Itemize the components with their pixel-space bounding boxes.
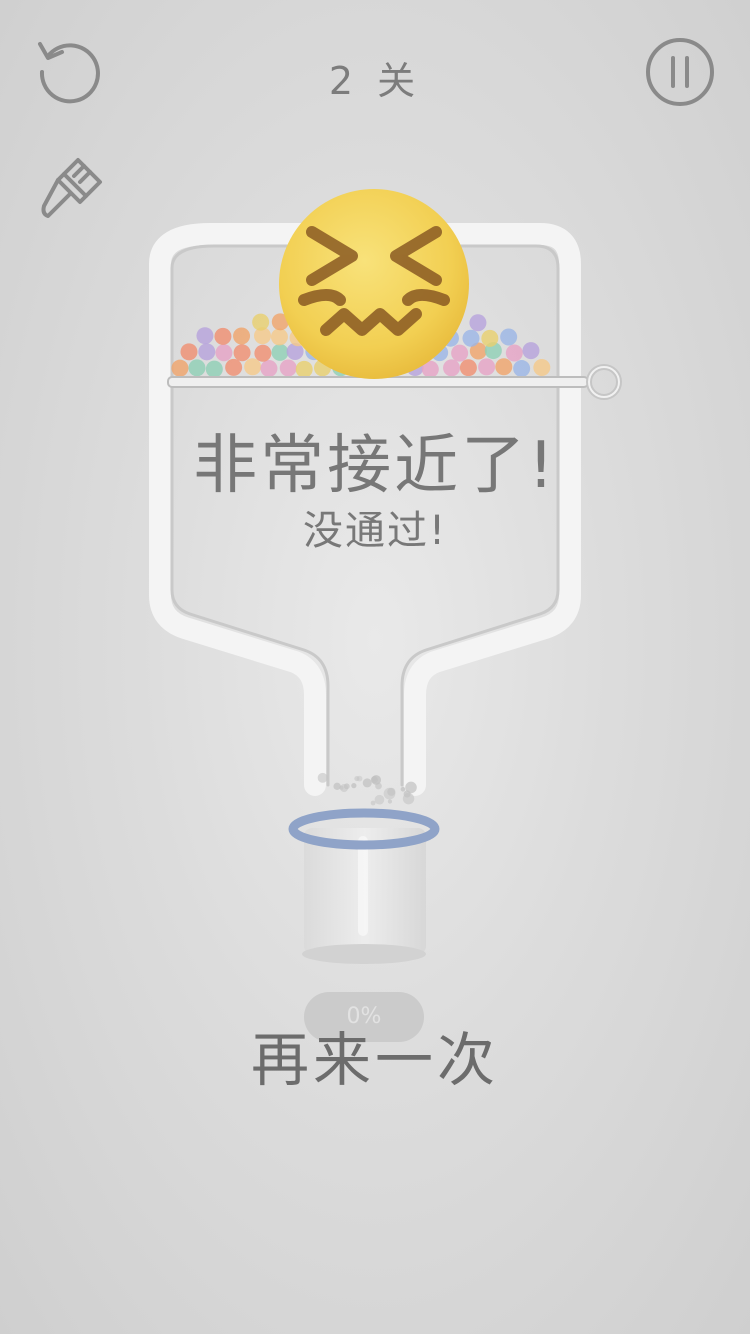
retry-button[interactable]: 再来一次 (200, 1020, 550, 1100)
particle (370, 776, 379, 784)
particle (343, 783, 350, 790)
ball (522, 342, 540, 360)
ball (270, 328, 288, 346)
ball (500, 328, 518, 346)
ball (533, 358, 551, 376)
ball (215, 344, 233, 362)
ball (459, 359, 477, 377)
ball (495, 358, 513, 376)
ball (443, 359, 461, 377)
particle (405, 781, 417, 794)
paintbrush-icon (41, 158, 102, 218)
particle (351, 782, 357, 789)
cup (288, 808, 440, 964)
ball (451, 344, 469, 362)
ball (252, 313, 270, 331)
ball (214, 327, 232, 345)
restart-button[interactable] (34, 36, 104, 104)
ball (260, 360, 278, 378)
result-subtitle: 没通过! (302, 508, 448, 554)
ball (188, 359, 206, 377)
particle (387, 787, 396, 796)
particle (402, 792, 415, 805)
ball (196, 327, 214, 345)
particle (400, 786, 406, 792)
ball (478, 358, 496, 376)
ball (180, 343, 198, 361)
skin-brush-button[interactable] (34, 150, 110, 226)
game-scene (149, 189, 622, 964)
ball (462, 329, 480, 347)
particle (354, 776, 360, 782)
particle (362, 778, 372, 788)
particle (374, 794, 385, 805)
ball (225, 358, 243, 376)
pause-button[interactable] (644, 36, 716, 108)
ball (205, 360, 223, 378)
ball (469, 314, 487, 332)
particle (317, 772, 328, 783)
level-label: 2 关 (328, 59, 422, 103)
ball (171, 359, 189, 377)
ball (271, 343, 289, 361)
ball (279, 359, 297, 377)
confounded-face-icon (279, 189, 469, 379)
ball (295, 360, 313, 378)
ball (481, 329, 499, 347)
particle (375, 782, 382, 790)
ball (244, 358, 262, 376)
pause-icon (646, 38, 714, 106)
particle (370, 800, 376, 806)
result-title: 非常接近了! (193, 429, 557, 503)
ball (254, 344, 272, 362)
restart-icon (38, 42, 100, 104)
particle (339, 785, 344, 790)
particle (387, 799, 393, 804)
ball (233, 344, 251, 362)
ball (198, 343, 216, 361)
ball (513, 360, 531, 378)
ball (505, 344, 523, 362)
ball (233, 327, 251, 345)
